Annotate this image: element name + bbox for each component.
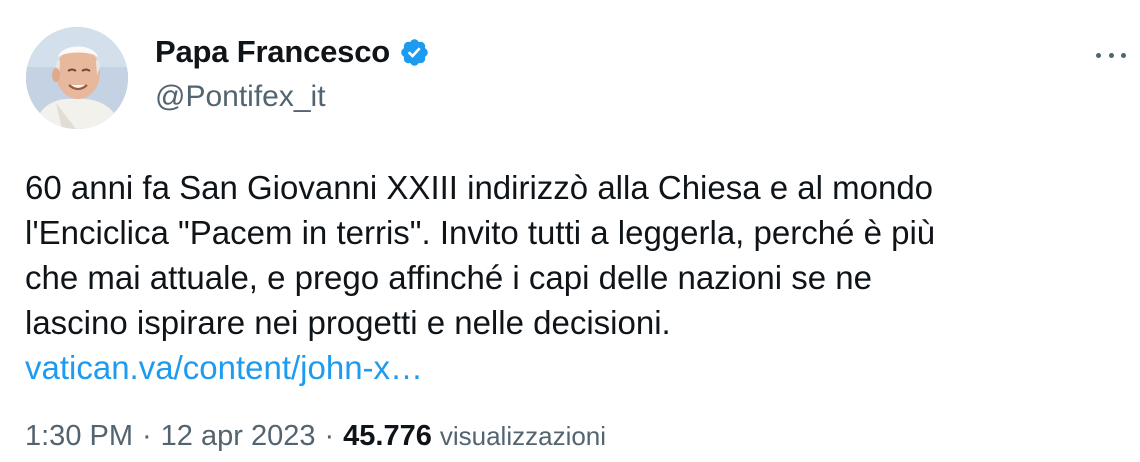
pope-portrait-avatar-icon — [26, 27, 128, 129]
author-display-name[interactable]: Papa Francesco — [155, 34, 390, 70]
tweet-meta: 1:30 PM · 12 apr 2023 · 45.776 visualizz… — [25, 420, 606, 453]
more-dot — [1108, 52, 1114, 58]
tweet-link[interactable]: vatican.va/content/john-x… — [25, 345, 423, 390]
author-name-row: Papa Francesco — [155, 34, 430, 70]
tweet-date[interactable]: 12 apr 2023 — [161, 420, 316, 453]
verified-badge-icon[interactable] — [399, 37, 430, 68]
views-count: 45.776 — [343, 420, 432, 452]
meta-separator: · — [324, 420, 335, 452]
views-label: visualizzazioni — [439, 421, 607, 451]
tweet-text: 60 anni fa San Giovanni XXIII indirizzò … — [25, 169, 936, 341]
avatar[interactable] — [26, 27, 128, 129]
tweet-time[interactable]: 1:30 PM — [25, 420, 133, 453]
author-handle[interactable]: @Pontifex_it — [155, 80, 326, 114]
more-dot — [1096, 52, 1101, 58]
more-dot — [1121, 52, 1126, 58]
more-options-icon[interactable] — [1096, 40, 1126, 70]
meta-separator: · — [142, 420, 152, 452]
